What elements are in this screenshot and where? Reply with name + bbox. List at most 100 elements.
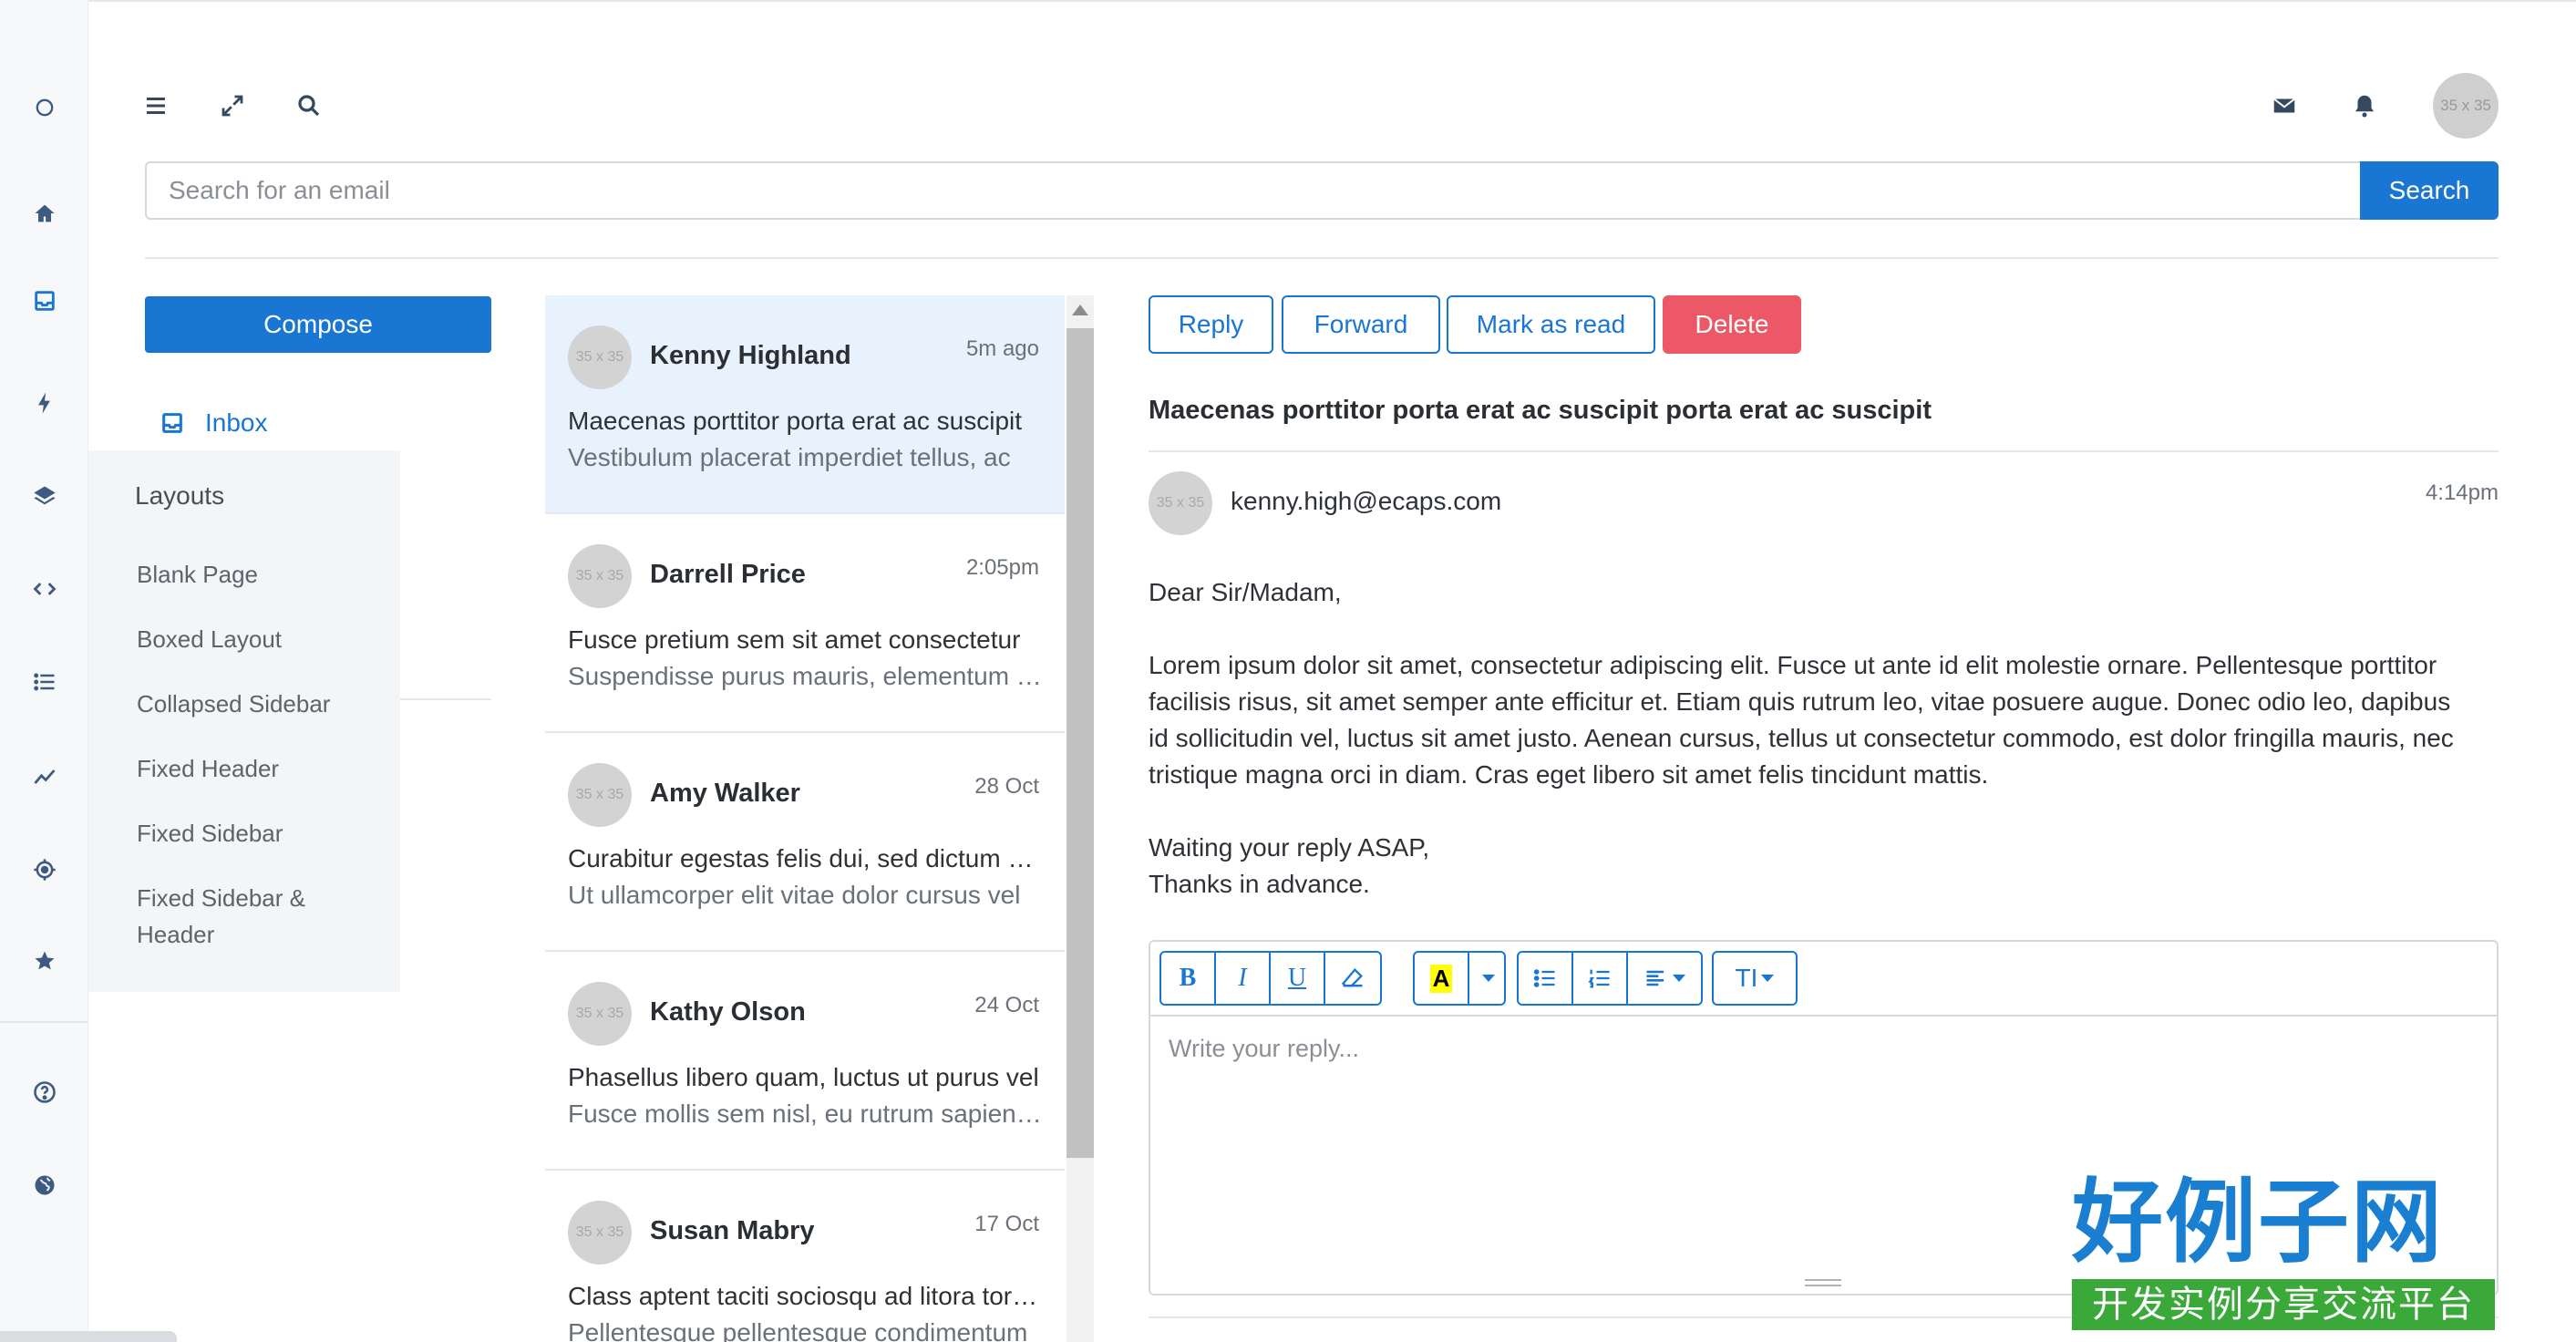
email-subject: Maecenas porttitor porta erat ac suscipi…: [1149, 396, 1932, 425]
sender-email[interactable]: kenny.high@ecaps.com: [1231, 487, 1501, 516]
flyout-item-collapsed-sidebar[interactable]: Collapsed Sidebar: [137, 686, 330, 722]
globe-icon[interactable]: [0, 1163, 88, 1207]
mail-subject: Phasellus libero quam, luctus ut purus v…: [568, 1063, 1039, 1091]
numbered-list-icon: [1588, 969, 1610, 988]
layers-icon[interactable]: [0, 474, 88, 518]
mail-sender: Amy Walker: [650, 779, 800, 808]
color-dropdown-button[interactable]: [1469, 953, 1504, 1004]
mail-item[interactable]: 35 x 35 Amy Walker 28 Oct Curabitur eges…: [545, 733, 1065, 952]
folder-inbox[interactable]: Inbox: [160, 408, 268, 438]
mail-preview: Ut ullamcorper elit vitae dolor cursus v…: [568, 881, 1021, 909]
mail-icon[interactable]: [2262, 84, 2306, 128]
flyout-item-fixed-sidebar-header-line2[interactable]: Header: [137, 916, 214, 953]
watermark-title: 好例子网: [2072, 1169, 2444, 1275]
flyout-item-fixed-header[interactable]: Fixed Header: [137, 750, 279, 787]
mail-time: 24 Oct: [974, 993, 1039, 1017]
mail-list: 35 x 35 Kenny Highland 5m ago Maecenas p…: [545, 295, 1094, 1342]
mark-as-read-button[interactable]: Mark as read: [1447, 295, 1655, 354]
numbered-list-button[interactable]: [1573, 953, 1628, 1004]
search-input[interactable]: [145, 161, 2360, 220]
forward-button[interactable]: Forward: [1282, 295, 1440, 354]
star-icon[interactable]: [0, 939, 88, 983]
header-divider: [145, 257, 2499, 259]
user-avatar[interactable]: 35 x 35: [2433, 73, 2499, 139]
text-size-dropdown-button[interactable]: TI: [1714, 953, 1796, 1004]
reply-button[interactable]: Reply: [1149, 295, 1273, 354]
inbox-icon[interactable]: [0, 279, 88, 323]
menu-icon[interactable]: [134, 84, 178, 128]
chevron-down-icon: [1482, 975, 1495, 982]
email-body-line: Lorem ipsum dolor sit amet, consectetur …: [1149, 651, 2437, 679]
bullet-list-button[interactable]: [1519, 953, 1573, 1004]
editor-resize-handle[interactable]: [1805, 1279, 1841, 1286]
watermark-subtitle: 开发实例分享交流平台: [2072, 1279, 2495, 1330]
rail-handle[interactable]: [0, 1331, 177, 1342]
flyout-item-boxed-layout[interactable]: Boxed Layout: [137, 621, 282, 657]
mail-subject: Class aptent taciti sociosqu ad litora t…: [568, 1282, 1044, 1310]
sender-avatar: 35 x 35: [1149, 471, 1212, 535]
target-icon[interactable]: [0, 848, 88, 892]
email-body-line: facilisis risus, sit amet semper ante ef…: [1149, 687, 2451, 716]
bolt-icon[interactable]: [0, 381, 88, 425]
flyout-item-fixed-sidebar[interactable]: Fixed Sidebar: [137, 815, 283, 852]
layouts-flyout-menu: Layouts Blank Page Boxed Layout Collapse…: [88, 450, 400, 992]
clear-format-button[interactable]: [1325, 953, 1380, 1004]
chevron-down-icon: [1673, 975, 1685, 982]
align-dropdown-button[interactable]: [1628, 953, 1701, 1004]
circle-icon[interactable]: [0, 86, 88, 129]
list-icon[interactable]: [0, 660, 88, 704]
mail-item[interactable]: 35 x 35 Susan Mabry 17 Oct Class aptent …: [545, 1171, 1065, 1342]
mail-avatar: 35 x 35: [568, 544, 632, 608]
search-bar: Search: [145, 161, 2499, 220]
mail-sender: Susan Mabry: [650, 1216, 815, 1245]
mail-avatar: 35 x 35: [568, 1201, 632, 1265]
mail-time: 28 Oct: [974, 774, 1039, 799]
mail-item[interactable]: 35 x 35 Kenny Highland 5m ago Maecenas p…: [545, 295, 1065, 514]
mail-subject: Maecenas porttitor porta erat ac suscipi…: [568, 407, 1023, 435]
mail-item[interactable]: 35 x 35 Darrell Price 2:05pm Fusce preti…: [545, 514, 1065, 733]
mail-item[interactable]: 35 x 35 Kathy Olson 24 Oct Phasellus lib…: [545, 952, 1065, 1171]
text-size-group: TI: [1712, 951, 1798, 1006]
flyout-item-blank-page[interactable]: Blank Page: [137, 556, 258, 593]
search-button[interactable]: Search: [2360, 161, 2499, 220]
highlight-color-button[interactable]: A: [1415, 953, 1469, 1004]
inbox-folder-icon: [162, 413, 182, 433]
scroll-up-arrow-icon[interactable]: [1072, 305, 1088, 315]
email-closing: Thanks in advance.: [1149, 870, 1370, 898]
flyout-item-fixed-sidebar-header[interactable]: Fixed Sidebar &: [137, 880, 305, 916]
mail-avatar: 35 x 35: [568, 982, 632, 1046]
color-group: A: [1413, 951, 1506, 1006]
italic-button[interactable]: I: [1216, 953, 1271, 1004]
editor-toolbar: B I U A TI: [1150, 942, 2497, 1017]
chart-line-icon[interactable]: [0, 755, 88, 799]
mail-time: 5m ago: [965, 336, 1039, 361]
expand-icon[interactable]: [211, 84, 254, 128]
email-time: 4:14pm: [2425, 480, 2499, 505]
mail-subject: Curabitur egestas felis dui, sed dictum …: [568, 844, 1044, 872]
code-icon[interactable]: [0, 567, 88, 611]
align-left-icon: [1646, 970, 1664, 986]
underline-button[interactable]: U: [1271, 953, 1325, 1004]
mail-avatar: 35 x 35: [568, 325, 632, 389]
delete-button[interactable]: Delete: [1663, 295, 1801, 354]
subject-divider: [1149, 450, 2499, 452]
top-border: [88, 0, 2576, 4]
compose-button[interactable]: Compose: [145, 296, 491, 353]
list-group: [1517, 951, 1703, 1006]
text-size-label: TI: [1735, 964, 1758, 992]
email-body-line: id sollicitudin vel, luctus sit amet jus…: [1149, 724, 2454, 752]
mail-preview: Pellentesque pellentesque condimentum: [568, 1318, 1028, 1342]
bell-icon[interactable]: [2343, 84, 2386, 128]
mail-avatar: 35 x 35: [568, 763, 632, 827]
email-closing: Waiting your reply ASAP,: [1149, 833, 1430, 862]
mail-sender: Kathy Olson: [650, 997, 806, 1027]
format-group: B I U: [1159, 951, 1382, 1006]
help-icon[interactable]: [0, 1070, 88, 1114]
mail-sender: Darrell Price: [650, 560, 806, 589]
mail-list-scroll-thumb[interactable]: [1066, 328, 1094, 1158]
home-icon[interactable]: [0, 191, 88, 235]
mail-time: 2:05pm: [965, 555, 1039, 580]
search-icon[interactable]: [287, 84, 331, 128]
chevron-down-icon: [1761, 975, 1775, 982]
bold-button[interactable]: B: [1161, 953, 1216, 1004]
